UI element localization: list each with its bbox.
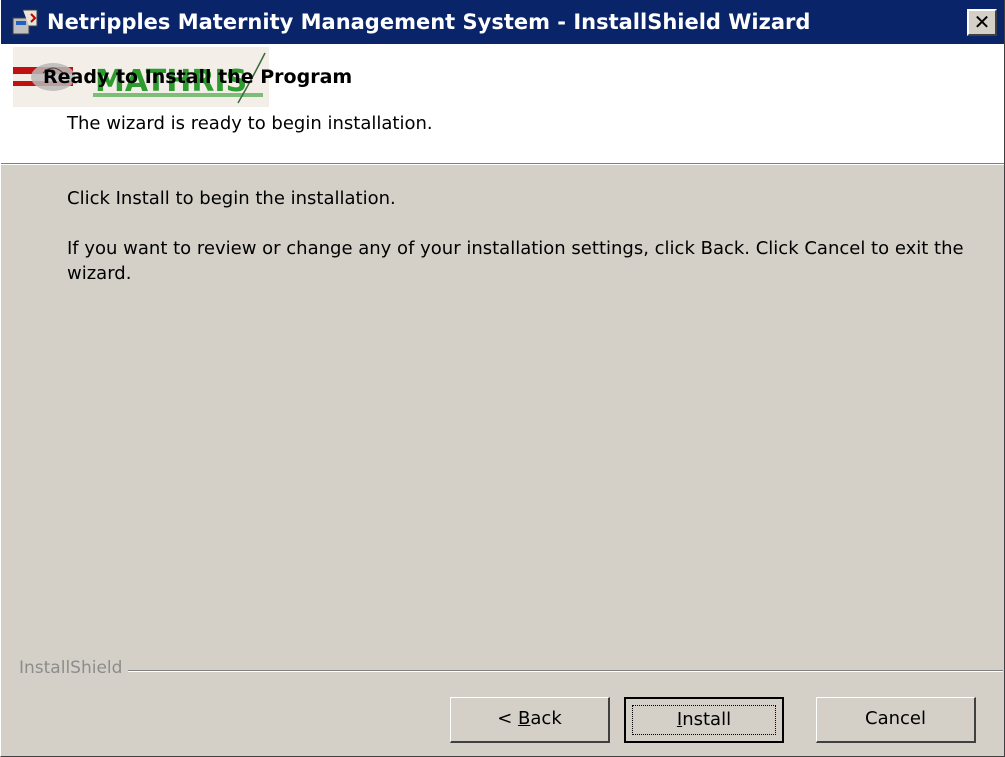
page-title: Ready to Install the Program (43, 66, 353, 88)
install-button[interactable]: Install (624, 697, 784, 743)
close-icon: ✕ (973, 10, 991, 34)
install-button-focus: Install (632, 705, 776, 735)
review-text: If you want to review or change any of y… (67, 238, 964, 284)
back-button-prefix: < (497, 708, 519, 729)
back-button-label: ack (530, 708, 562, 729)
back-button-mnemonic: B (518, 708, 531, 729)
back-button[interactable]: < Back (450, 697, 610, 743)
installer-icon (11, 8, 39, 36)
close-button[interactable]: ✕ (967, 9, 997, 36)
cancel-button-label: Cancel (865, 708, 926, 729)
page-subtitle: The wizard is ready to begin installatio… (67, 113, 433, 134)
instruction-text: Click Install to begin the installation. (67, 188, 396, 209)
header-panel: MATHRIS Ready to Install the Program The… (1, 44, 1004, 163)
title-bar[interactable]: Netripples Maternity Management System -… (1, 0, 1004, 44)
installshield-brand-label: InstallShield (19, 658, 129, 678)
install-button-label: nstall (682, 709, 732, 730)
window-title: Netripples Maternity Management System -… (47, 10, 811, 34)
footer-divider (19, 670, 1003, 672)
header-divider (1, 163, 1004, 165)
installshield-wizard-window: Netripples Maternity Management System -… (0, 0, 1005, 757)
cancel-button[interactable]: Cancel (816, 697, 976, 743)
